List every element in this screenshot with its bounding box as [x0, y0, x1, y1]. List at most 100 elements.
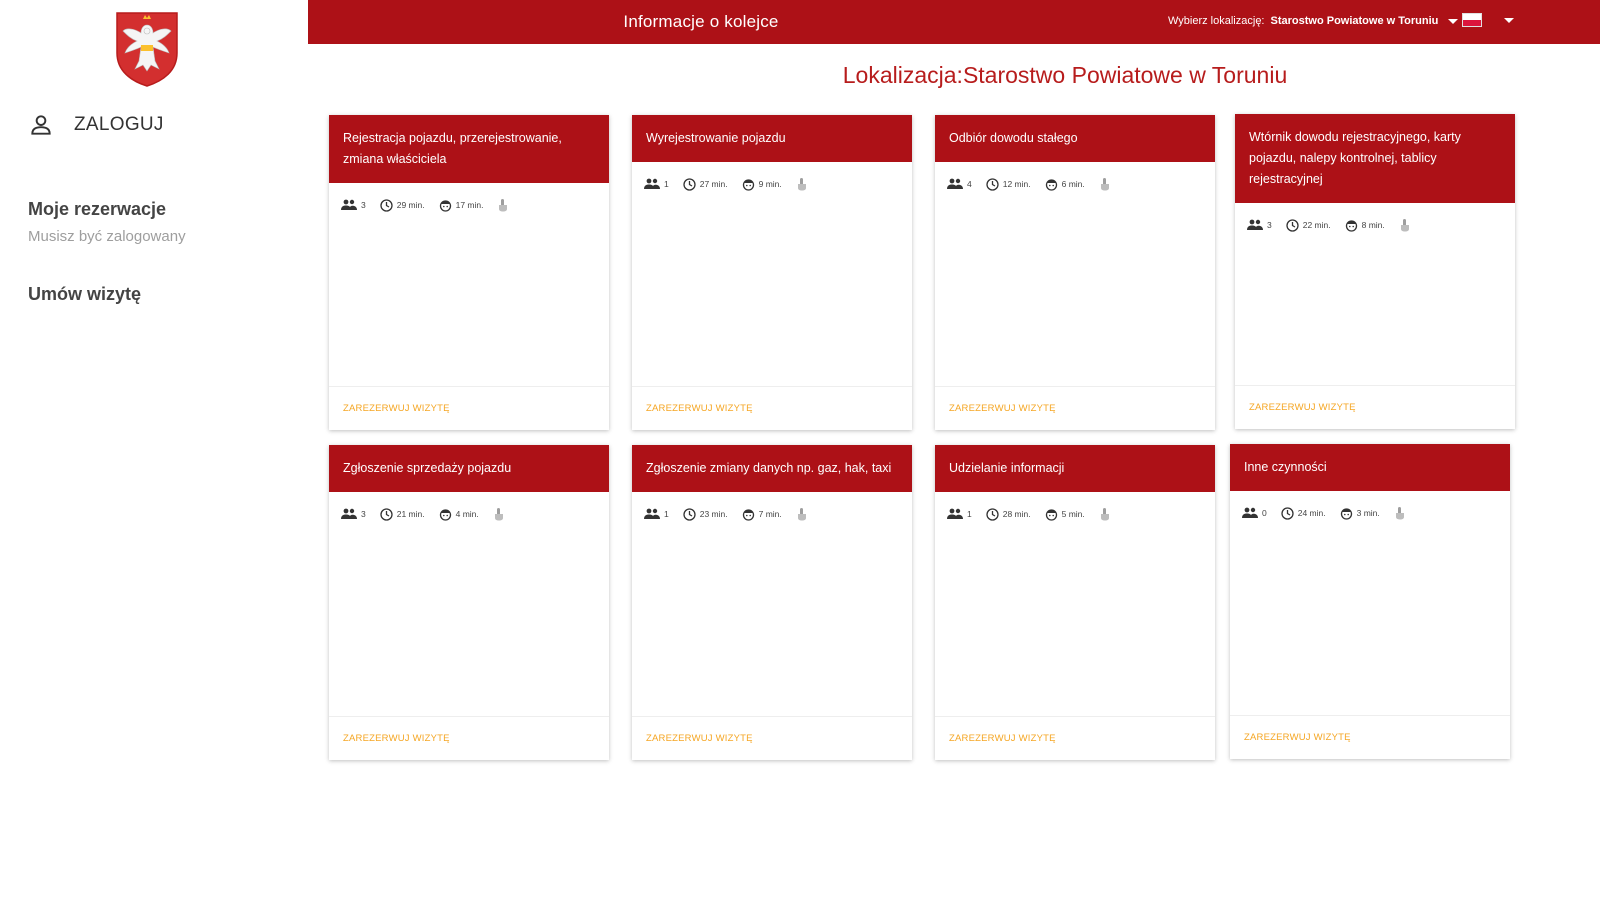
- people-icon: [341, 508, 357, 519]
- service-title[interactable]: Zgłoszenie sprzedaży pojazdu: [329, 445, 609, 492]
- service-time-icon: [1345, 219, 1357, 232]
- sidebar: ZALOGUJ Moje rezerwacje Musisz być zalog…: [0, 0, 308, 899]
- people-icon: [947, 508, 963, 519]
- service-card: Zgłoszenie sprzedaży pojazdu 3 21 min. 4…: [329, 445, 609, 760]
- people-count: 1: [664, 509, 669, 519]
- my-reservations-link[interactable]: Moje rezerwacje: [28, 199, 166, 220]
- service-time: 3 min.: [1356, 508, 1380, 518]
- clock-icon: [1281, 506, 1294, 520]
- wait-time: 27 min.: [699, 179, 728, 189]
- card-footer: ZAREZERWUJ WIZYTĘ: [935, 716, 1215, 760]
- clock-icon: [380, 198, 393, 212]
- language-chevron-down-icon[interactable]: [1504, 18, 1514, 23]
- clock-icon: [986, 177, 999, 191]
- queue-stats: 1 28 min. 5 min.: [935, 492, 1215, 524]
- reserve-visit-button[interactable]: ZAREZERWUJ WIZYTĘ: [646, 403, 753, 414]
- service-time-icon: [1340, 507, 1352, 520]
- hand-pointer-icon: [797, 178, 806, 191]
- hand-pointer-icon: [499, 199, 508, 212]
- service-card: Rejestracja pojazdu, przerejestrowanie, …: [329, 115, 609, 430]
- service-time-icon: [1045, 178, 1057, 191]
- wait-time: 23 min.: [699, 509, 728, 519]
- service-time-icon: [742, 178, 754, 191]
- card-footer: ZAREZERWUJ WIZYTĘ: [632, 386, 912, 430]
- reserve-visit-button[interactable]: ZAREZERWUJ WIZYTĘ: [343, 733, 450, 744]
- login-label: ZALOGUJ: [74, 114, 164, 135]
- app-title: Informacje o kolejce: [623, 12, 779, 31]
- service-title[interactable]: Odbiór dowodu stałego: [935, 115, 1215, 162]
- service-title[interactable]: Wtórnik dowodu rejestracyjnego, karty po…: [1235, 114, 1515, 203]
- people-count: 1: [664, 179, 669, 189]
- wait-time: 21 min.: [396, 509, 425, 519]
- reserve-visit-button[interactable]: ZAREZERWUJ WIZYTĘ: [1249, 402, 1356, 413]
- service-time: 5 min.: [1061, 509, 1085, 519]
- people-count: 3: [361, 509, 366, 519]
- hand-pointer-icon: [1395, 507, 1404, 520]
- top-bar: Informacje o kolejce Wybierz lokalizację…: [308, 0, 1600, 44]
- service-time: 7 min.: [758, 509, 782, 519]
- clock-icon: [1286, 218, 1299, 232]
- people-icon: [341, 199, 357, 210]
- wait-time: 22 min.: [1302, 220, 1331, 230]
- book-visit-link[interactable]: Umów wizytę: [28, 284, 141, 305]
- service-title[interactable]: Udzielanie informacji: [935, 445, 1215, 492]
- card-footer: ZAREZERWUJ WIZYTĘ: [632, 716, 912, 760]
- service-title[interactable]: Wyrejestrowanie pojazdu: [632, 115, 912, 162]
- location-heading: Lokalizacja:Starostwo Powiatowe w Toruni…: [842, 62, 1288, 88]
- location-selector[interactable]: Wybierz lokalizację: Starostwo Powiatowe…: [1168, 15, 1459, 27]
- wait-time: 12 min.: [1002, 179, 1031, 189]
- service-card: Wyrejestrowanie pojazdu 1 27 min. 9 min.…: [632, 115, 912, 430]
- location-value: Starostwo Powiatowe w Toruniu: [1270, 15, 1439, 27]
- login-button[interactable]: ZALOGUJ: [28, 112, 164, 138]
- hand-pointer-icon: [494, 508, 503, 521]
- queue-stats: 1 27 min. 9 min.: [632, 162, 912, 194]
- service-title[interactable]: Rejestracja pojazdu, przerejestrowanie, …: [329, 115, 609, 183]
- card-footer: ZAREZERWUJ WIZYTĘ: [329, 386, 609, 430]
- service-time: 8 min.: [1361, 220, 1385, 230]
- service-time: 6 min.: [1061, 179, 1085, 189]
- queue-stats: 3 21 min. 4 min.: [329, 492, 609, 524]
- clock-icon: [683, 507, 696, 521]
- people-icon: [947, 178, 963, 189]
- service-time-icon: [742, 508, 754, 521]
- people-icon: [1242, 507, 1258, 518]
- people-icon: [644, 508, 660, 519]
- reservations-login-hint: Musisz być zalogowany: [28, 228, 186, 245]
- service-time-icon: [439, 508, 451, 521]
- coat-of-arms-logo: [116, 12, 178, 87]
- people-count: 1: [967, 509, 972, 519]
- service-card: Wtórnik dowodu rejestracyjnego, karty po…: [1235, 114, 1515, 429]
- reserve-visit-button[interactable]: ZAREZERWUJ WIZYTĘ: [949, 403, 1056, 414]
- clock-icon: [380, 507, 393, 521]
- card-footer: ZAREZERWUJ WIZYTĘ: [935, 386, 1215, 430]
- wait-time: 24 min.: [1297, 508, 1326, 518]
- queue-stats: 1 23 min. 7 min.: [632, 492, 912, 524]
- card-footer: ZAREZERWUJ WIZYTĘ: [329, 716, 609, 760]
- service-title[interactable]: Inne czynności: [1230, 444, 1510, 491]
- hand-pointer-icon: [797, 508, 806, 521]
- hand-pointer-icon: [1100, 178, 1109, 191]
- people-icon: [1247, 219, 1263, 230]
- polish-flag-icon[interactable]: [1462, 13, 1482, 27]
- queue-stats: 0 24 min. 3 min.: [1230, 491, 1510, 523]
- people-count: 3: [361, 200, 366, 210]
- reserve-visit-button[interactable]: ZAREZERWUJ WIZYTĘ: [1244, 732, 1351, 743]
- service-title[interactable]: Zgłoszenie zmiany danych np. gaz, hak, t…: [632, 445, 912, 492]
- queue-stats: 3 29 min. 17 min.: [329, 183, 609, 215]
- service-time: 9 min.: [758, 179, 782, 189]
- service-card: Inne czynności 0 24 min. 3 min. ZAREZERW…: [1230, 444, 1510, 759]
- user-icon: [31, 115, 51, 135]
- service-card: Udzielanie informacji 1 28 min. 5 min. Z…: [935, 445, 1215, 760]
- service-time: 4 min.: [455, 509, 479, 519]
- reserve-visit-button[interactable]: ZAREZERWUJ WIZYTĘ: [949, 733, 1056, 744]
- clock-icon: [683, 177, 696, 191]
- service-time-icon: [439, 199, 451, 212]
- queue-stats: 4 12 min. 6 min.: [935, 162, 1215, 194]
- card-footer: ZAREZERWUJ WIZYTĘ: [1235, 385, 1515, 429]
- wait-time: 29 min.: [396, 200, 425, 210]
- people-count: 4: [967, 179, 972, 189]
- reserve-visit-button[interactable]: ZAREZERWUJ WIZYTĘ: [343, 403, 450, 414]
- reserve-visit-button[interactable]: ZAREZERWUJ WIZYTĘ: [646, 733, 753, 744]
- location-label: Wybierz lokalizację:: [1168, 15, 1265, 27]
- people-icon: [644, 178, 660, 189]
